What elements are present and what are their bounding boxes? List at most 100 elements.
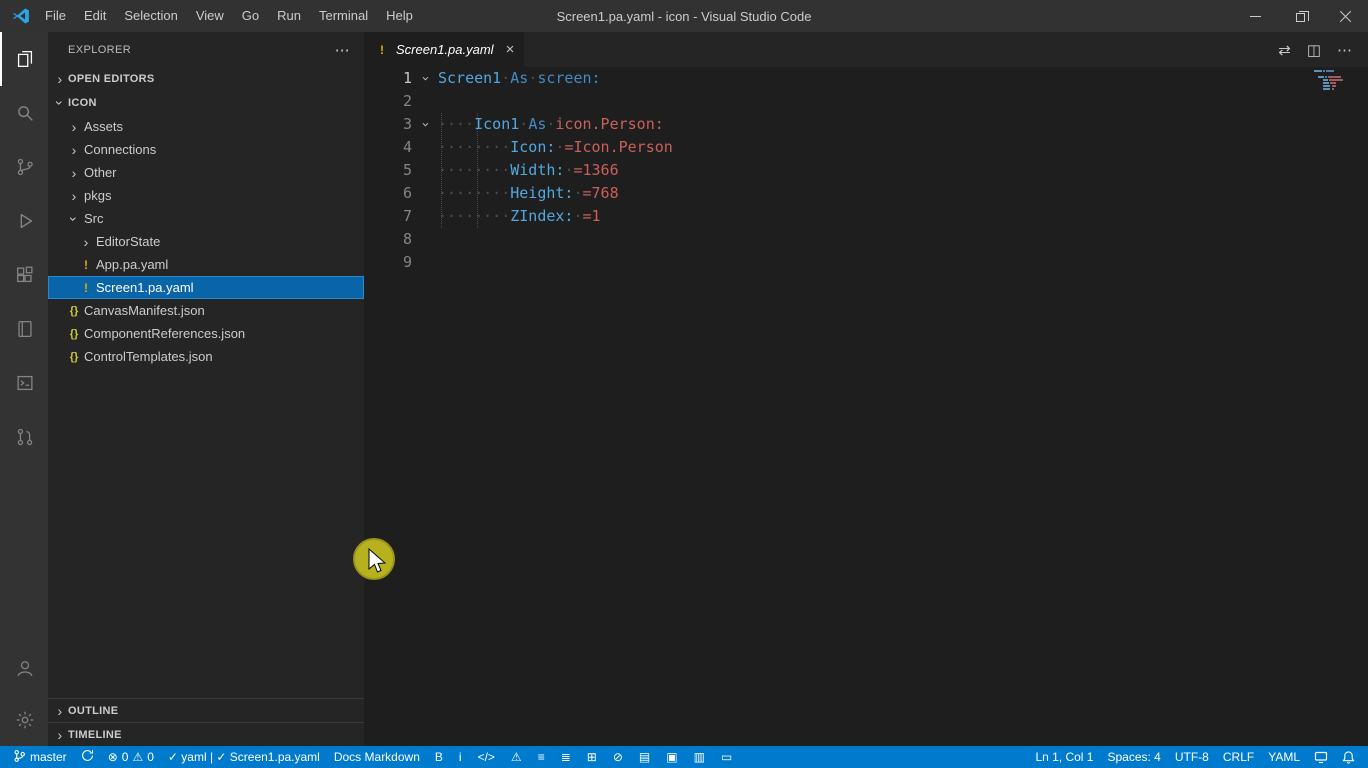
tab-screen1-pa-yaml[interactable]: ! Screen1.pa.yaml × (364, 32, 526, 67)
source-control-icon[interactable] (0, 140, 48, 194)
export-icon[interactable]: ▥ (686, 746, 713, 768)
chevron-right-icon: › (83, 233, 89, 250)
tree-item-editorstate[interactable]: › EditorState (48, 230, 364, 253)
section-outline[interactable]: › OUTLINE (48, 698, 364, 722)
section-timeline[interactable]: › TIMELINE (48, 722, 364, 746)
remote-indicator-icon[interactable] (1307, 746, 1335, 768)
tree-item-screen1-pa-yaml[interactable]: ! Screen1.pa.yaml (48, 276, 364, 299)
docs-icon[interactable] (0, 302, 48, 356)
save-file-icon[interactable]: ▤ (631, 746, 658, 768)
minimap[interactable] (1314, 70, 1360, 97)
chevron-right-icon: › (57, 71, 63, 87)
settings-icon[interactable] (0, 694, 48, 746)
tree-item-canvasmanifest-json[interactable]: {} CanvasManifest.json (48, 299, 364, 322)
menu-file[interactable]: File (36, 0, 75, 32)
extensions-icon[interactable] (0, 248, 48, 302)
section-project-root[interactable]: › ICON (48, 91, 364, 115)
search-icon[interactable] (0, 86, 48, 140)
no-entry-icon[interactable]: ⊘ (605, 746, 631, 768)
code-line-3[interactable]: 3 › ····Icon1·As·icon.Person: (364, 113, 1368, 136)
restore-button[interactable] (1278, 0, 1323, 32)
code-lines: 1 › Screen1·As·screen: 2 3 › ····Icon1·As·icon… (364, 67, 1368, 274)
code-line-9[interactable]: 9 (364, 251, 1368, 274)
ordered-list-icon[interactable]: ≡ (530, 746, 553, 768)
close-tab-icon[interactable]: × (506, 41, 515, 58)
code-text: Screen1·As·screen: (438, 69, 601, 87)
tree-item-connections[interactable]: › Connections (48, 138, 364, 161)
menu-selection[interactable]: Selection (115, 0, 186, 32)
explorer-icon[interactable] (0, 32, 48, 86)
open-changes-icon[interactable]: ⇄ (1278, 41, 1291, 59)
menu-go[interactable]: Go (233, 0, 268, 32)
menu-view[interactable]: View (187, 0, 233, 32)
italic-icon[interactable]: i (451, 746, 470, 768)
section-label: OUTLINE (68, 704, 119, 717)
insert-table-icon[interactable]: ⊞ (579, 746, 605, 768)
code-line-6[interactable]: 6 ········Height:·=768 (364, 182, 1368, 205)
code-line-4[interactable]: 4 ········Icon:·=Icon.Person (364, 136, 1368, 159)
tree-item-src[interactable]: › Src (48, 207, 364, 230)
sync-button[interactable] (74, 746, 101, 768)
minimize-button[interactable] (1233, 0, 1278, 32)
language-mode[interactable]: YAML (1261, 746, 1307, 768)
fold-chevron-icon[interactable]: › (414, 112, 437, 138)
pull-request-icon[interactable] (0, 410, 48, 464)
bold-icon[interactable]: B (427, 746, 451, 768)
window-title: Screen1.pa.yaml - icon - Visual Studio C… (556, 8, 812, 24)
section-open-editors[interactable]: › OPEN EDITORS (48, 67, 364, 91)
menu-edit[interactable]: Edit (75, 0, 115, 32)
tree-item-componentreferences-json[interactable]: {} ComponentReferences.json (48, 322, 364, 345)
branch-indicator[interactable]: master (6, 746, 74, 768)
run-debug-icon[interactable] (0, 194, 48, 248)
language-status[interactable]: ✓ yaml | ✓ Screen1.pa.yaml (161, 746, 327, 768)
tree-item-controltemplates-json[interactable]: {} ControlTemplates.json (48, 345, 364, 368)
notifications-bell-icon[interactable] (1335, 746, 1362, 768)
encoding-setting[interactable]: UTF-8 (1168, 746, 1216, 768)
account-icon[interactable] (0, 642, 48, 694)
editor-more-actions-icon[interactable]: ⋯ (1337, 41, 1352, 59)
json-file-icon: {} (69, 327, 79, 340)
code-line-2[interactable]: 2 (364, 90, 1368, 113)
code-line-8[interactable]: 8 (364, 228, 1368, 251)
activitybar-bottom (0, 642, 48, 746)
split-editor-icon[interactable]: ◫ (1307, 41, 1321, 59)
activitybar-top (0, 32, 48, 464)
menu-run[interactable]: Run (268, 0, 310, 32)
menu-terminal[interactable]: Terminal (310, 0, 377, 32)
unordered-list-icon[interactable]: ≣ (553, 746, 579, 768)
minimize-icon (1250, 15, 1261, 17)
eol-setting[interactable]: CRLF (1216, 746, 1261, 768)
indentation-setting[interactable]: Spaces: 4 (1100, 746, 1167, 768)
tree-item-assets[interactable]: › Assets (48, 115, 364, 138)
shield-icon[interactable]: ▣ (658, 746, 685, 768)
tree-item-label: EditorState (96, 234, 161, 249)
cursor-position[interactable]: Ln 1, Col 1 (1028, 746, 1100, 768)
code-line-7[interactable]: 7 ········ZIndex:·=1 (364, 205, 1368, 228)
code-line-5[interactable]: 5 ········Width:·=1366 (364, 159, 1368, 182)
problems-indicator[interactable]: ⊗ 0 ⚠ 0 (101, 746, 161, 768)
yaml-file-icon: ! (84, 280, 88, 295)
more-actions-icon[interactable]: ⋯ (335, 41, 350, 59)
chevron-right-icon: › (57, 726, 63, 743)
window-icon[interactable]: ▭ (713, 746, 740, 768)
minimap-line (1314, 82, 1360, 84)
code-line-1[interactable]: 1 › Screen1·As·screen: (364, 67, 1368, 90)
warning-icon[interactable]: ⚠ (503, 746, 530, 768)
minimap-line (1314, 79, 1360, 81)
docs-markdown-status[interactable]: Docs Markdown (327, 746, 427, 768)
code-text: ········ZIndex:·=1 (438, 207, 601, 225)
fold-chevron-icon[interactable]: › (414, 66, 437, 92)
menu-help[interactable]: Help (377, 0, 422, 32)
code-icon[interactable]: </> (470, 746, 503, 768)
terminal-box-icon[interactable] (0, 356, 48, 410)
close-button[interactable] (1323, 0, 1368, 32)
code-area[interactable]: 1 › Screen1·As·screen: 2 3 › ····Icon1·As·icon… (364, 67, 1368, 746)
tree-item-app-pa-yaml[interactable]: ! App.pa.yaml (48, 253, 364, 276)
tree-item-other[interactable]: › Other (48, 161, 364, 184)
error-count: 0 (121, 750, 129, 764)
tree-item-pkgs[interactable]: › pkgs (48, 184, 364, 207)
json-file-icon: {} (69, 350, 79, 363)
